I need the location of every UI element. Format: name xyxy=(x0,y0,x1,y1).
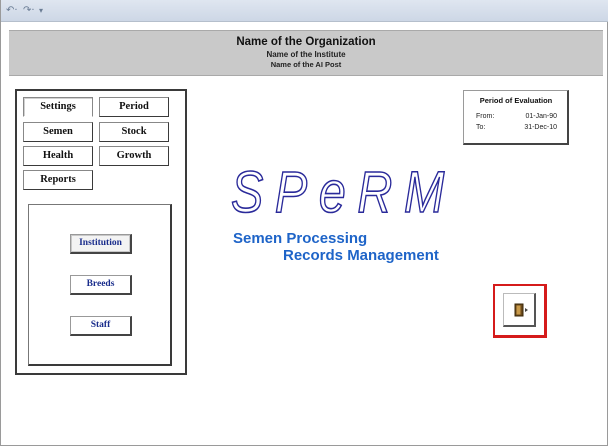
tab-reports[interactable]: Reports xyxy=(23,170,93,190)
tagline-line-2: Records Management xyxy=(283,247,439,264)
header-band: Name of the Organization Name of the Ins… xyxy=(9,30,603,76)
to-label: To: xyxy=(476,124,486,131)
tab-stock[interactable]: Stock xyxy=(99,122,169,142)
quick-access-toolbar: ↶· ↷· ▾ xyxy=(1,0,608,22)
staff-button[interactable]: Staff xyxy=(70,316,132,336)
app-window: ↶· ↷· ▾ Name of the Organization Name of… xyxy=(0,0,608,446)
exit-button[interactable] xyxy=(493,284,547,338)
tab-semen[interactable]: Semen xyxy=(23,122,93,142)
period-of-evaluation-box: Period of Evaluation From: 01-Jan-90 To:… xyxy=(463,90,569,145)
undo-icon[interactable]: ↶· xyxy=(6,4,18,17)
customize-qat-icon[interactable]: ▾ xyxy=(39,4,43,17)
tab-period[interactable]: Period xyxy=(99,97,169,117)
tab-settings[interactable]: Settings xyxy=(23,97,93,117)
tab-growth[interactable]: Growth xyxy=(99,146,169,166)
sperm-logo: SPeRM xyxy=(231,160,456,222)
exit-button-face[interactable] xyxy=(503,293,536,327)
period-title: Period of Evaluation xyxy=(479,96,553,105)
ai-post-name: Name of the AI Post xyxy=(270,60,342,69)
tab-health[interactable]: Health xyxy=(23,146,93,166)
tagline-line-1: Semen Processing xyxy=(233,230,368,247)
redo-icon[interactable]: ↷· xyxy=(23,4,35,17)
organization-name: Name of the Organization xyxy=(236,36,376,48)
from-label: From: xyxy=(476,113,495,120)
logo-text: SPeRM xyxy=(231,160,456,222)
institution-button[interactable]: Institution xyxy=(70,234,132,254)
settings-subpanel: Institution Breeds Staff xyxy=(28,204,172,366)
to-date: 31-Dec-10 xyxy=(524,124,557,131)
navigation-panel: Settings Period Semen Stock Health Growt… xyxy=(15,89,187,375)
breeds-button[interactable]: Breeds xyxy=(70,275,132,295)
institute-name: Name of the Institute xyxy=(266,50,346,59)
from-date: 01-Jan-90 xyxy=(525,113,557,120)
exit-door-icon xyxy=(514,303,528,317)
